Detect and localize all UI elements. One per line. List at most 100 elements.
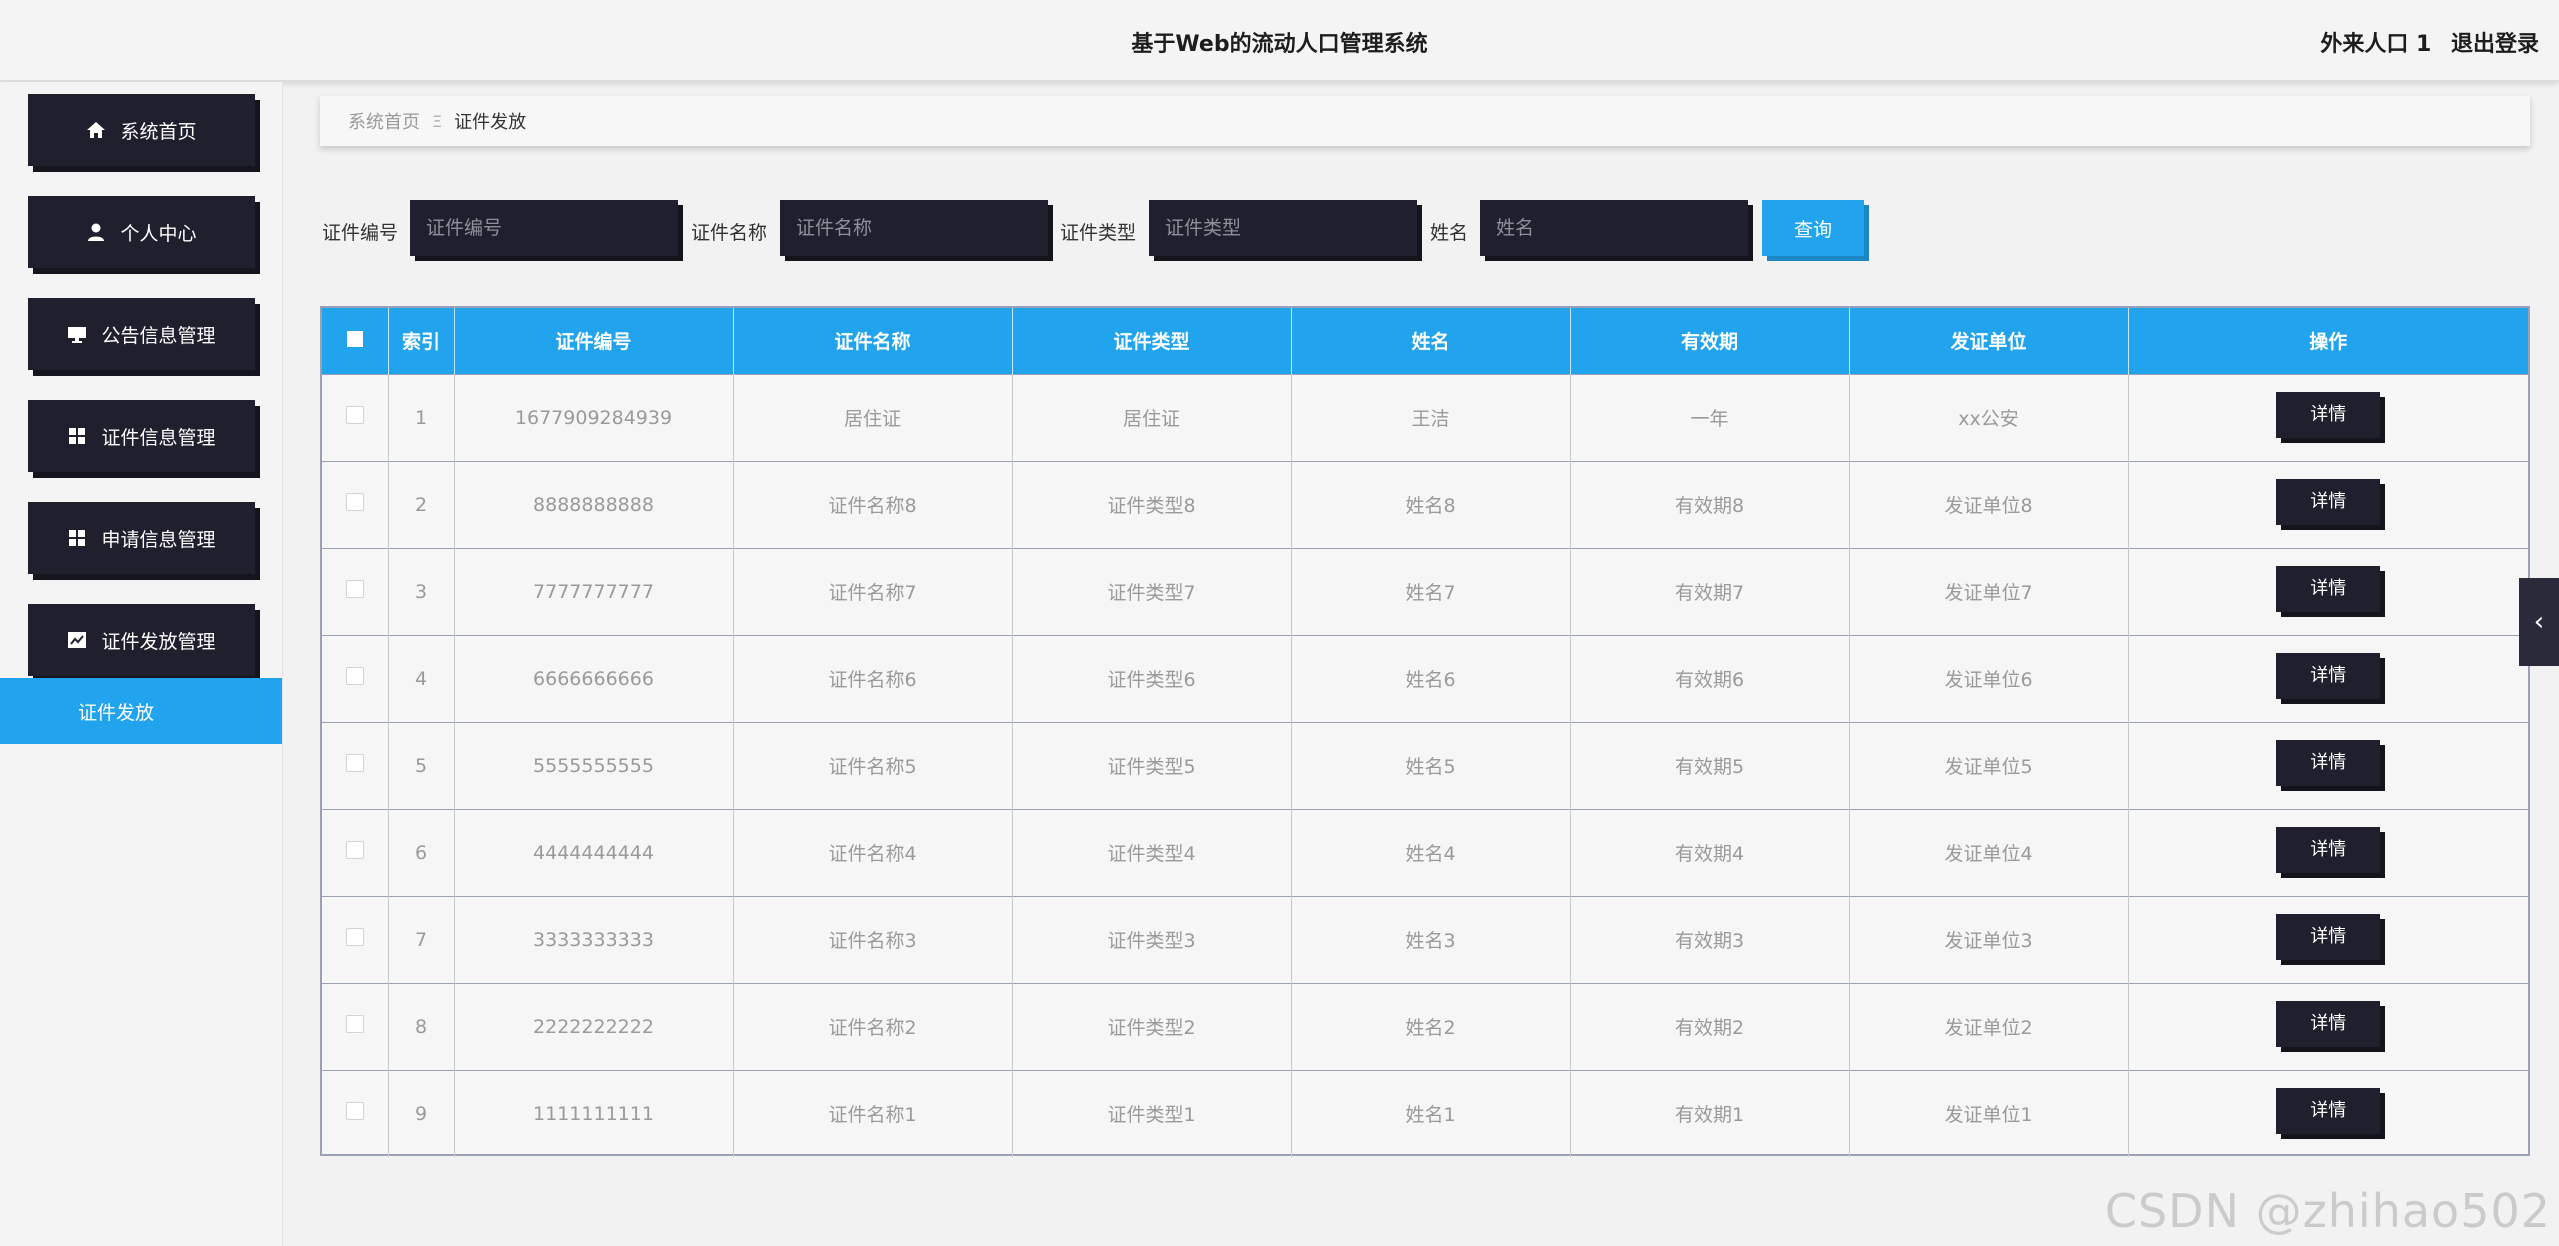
name-label: 姓名 [1430,222,1469,244]
row-select-cell [322,722,389,809]
table-row: 9 1111111111 证件名称1 证件类型1 姓名1 有效期1 发证单位1 详情 [322,1070,2528,1157]
select-all-checkbox[interactable] [346,330,363,347]
detail-button[interactable]: 详情 [2276,391,2381,438]
select-all-header[interactable] [322,308,389,374]
column-header: 证件类型 [1012,308,1292,374]
table-row: 6 4444444444 证件名称4 证件类型4 姓名4 有效期4 发证单位4 详情 [322,809,2528,896]
row-select-cell [322,896,389,983]
search-button[interactable]: 查询 [1762,200,1864,256]
row-index: 5 [388,722,455,809]
row-validity: 有效期1 [1570,1070,1850,1157]
home-icon [86,120,106,140]
row-cert-number: 2222222222 [454,983,734,1070]
breadcrumb: 系统首页 Ξ 证件发放 [320,96,2530,146]
row-validity: 有效期8 [1570,461,1850,548]
row-issuer: 发证单位1 [1849,1070,2129,1157]
row-index: 9 [388,1070,455,1157]
sidebar-item-certificate-management[interactable]: 证件信息管理 [28,400,255,472]
row-validity: 有效期2 [1570,983,1850,1070]
breadcrumb-current: 证件发放 [454,112,527,133]
row-validity: 有效期6 [1570,635,1850,722]
row-cert-type: 证件类型6 [1012,635,1292,722]
detail-button[interactable]: 详情 [2276,652,2381,699]
row-index: 3 [388,548,455,635]
row-cert-number: 4444444444 [454,809,734,896]
sidebar-item-home[interactable]: 系统首页 [28,94,255,166]
sidebar-item-notice-management[interactable]: 公告信息管理 [28,298,255,370]
row-cert-name: 证件名称2 [733,983,1013,1070]
row-select-cell [322,635,389,722]
row-checkbox[interactable] [345,667,364,685]
row-checkbox[interactable] [345,580,364,598]
table-row: 7 3333333333 证件名称3 证件类型3 姓名3 有效期3 发证单位3 详情 [322,896,2528,983]
row-actions: 详情 [2128,548,2528,635]
detail-button[interactable]: 详情 [2276,565,2381,612]
column-header: 有效期 [1570,308,1850,374]
detail-button[interactable]: 详情 [2276,739,2381,786]
row-name: 姓名5 [1291,722,1571,809]
row-select-cell [322,1070,389,1157]
row-checkbox[interactable] [345,1102,364,1121]
detail-button[interactable]: 详情 [2276,826,2381,873]
grid-icon [67,426,87,446]
column-header: 姓名 [1291,308,1571,374]
row-checkbox[interactable] [345,406,364,424]
row-cert-type: 居住证 [1012,374,1292,461]
collapse-toggle[interactable]: ‹ [2519,578,2559,666]
sidebar-item-label: 公告信息管理 [101,324,216,347]
row-index: 8 [388,983,455,1070]
row-checkbox[interactable] [345,841,364,859]
row-select-cell [322,461,389,548]
row-actions: 详情 [2128,983,2528,1070]
sidebar-item-issuance-management[interactable]: 证件发放管理 [28,604,255,676]
detail-button[interactable]: 详情 [2276,1087,2381,1134]
row-select-cell [322,983,389,1070]
row-issuer: 发证单位7 [1849,548,2129,635]
row-name: 姓名2 [1291,983,1571,1070]
sidebar-item-label: 证件发放管理 [101,630,216,653]
row-checkbox[interactable] [345,1015,364,1033]
name-input[interactable] [1480,200,1748,256]
row-cert-name: 证件名称7 [733,548,1013,635]
table-row: 3 7777777777 证件名称7 证件类型7 姓名7 有效期7 发证单位7 详情 [322,548,2528,635]
column-header: 证件编号 [454,308,734,374]
row-checkbox[interactable] [345,493,364,511]
user-icon [86,222,106,242]
table-row: 4 6666666666 证件名称6 证件类型6 姓名6 有效期6 发证单位6 详情 [322,635,2528,722]
cert-number-input[interactable] [410,200,678,256]
row-index: 7 [388,896,455,983]
row-name: 姓名1 [1291,1070,1571,1157]
row-checkbox[interactable] [345,754,364,772]
breadcrumb-separator: Ξ [432,111,443,131]
sidebar-subitem-issuance[interactable]: 证件发放 [0,678,282,744]
logout-link[interactable]: 退出登录 [2451,32,2539,57]
cert-type-input[interactable] [1149,200,1417,256]
detail-button[interactable]: 详情 [2276,913,2381,960]
sidebar-item-personal-center[interactable]: 个人中心 [28,196,255,268]
row-checkbox[interactable] [345,928,364,946]
row-issuer: 发证单位4 [1849,809,2129,896]
breadcrumb-home[interactable]: 系统首页 [348,108,420,134]
table-row: 2 8888888888 证件名称8 证件类型8 姓名8 有效期8 发证单位8 详情 [322,461,2528,548]
row-cert-number: 6666666666 [454,635,734,722]
row-cert-name: 证件名称5 [733,722,1013,809]
sidebar-item-application-management[interactable]: 申请信息管理 [28,502,255,574]
detail-button[interactable]: 详情 [2276,478,2381,525]
row-validity: 有效期7 [1570,548,1850,635]
detail-button[interactable]: 详情 [2276,1000,2381,1047]
row-cert-name: 证件名称6 [733,635,1013,722]
row-cert-name: 证件名称3 [733,896,1013,983]
cert-name-input[interactable] [780,200,1048,256]
sidebar-item-label: 系统首页 [120,120,197,143]
row-index: 4 [388,635,455,722]
monitor-icon [67,324,87,344]
row-issuer: 发证单位2 [1849,983,2129,1070]
grid-icon [67,528,87,548]
row-cert-type: 证件类型1 [1012,1070,1292,1157]
row-index: 2 [388,461,455,548]
row-name: 姓名8 [1291,461,1571,548]
watermark: CSDN @zhihao502 [2104,1184,2551,1238]
row-issuer: 发证单位5 [1849,722,2129,809]
chart-icon [67,630,87,650]
row-actions: 详情 [2128,635,2528,722]
